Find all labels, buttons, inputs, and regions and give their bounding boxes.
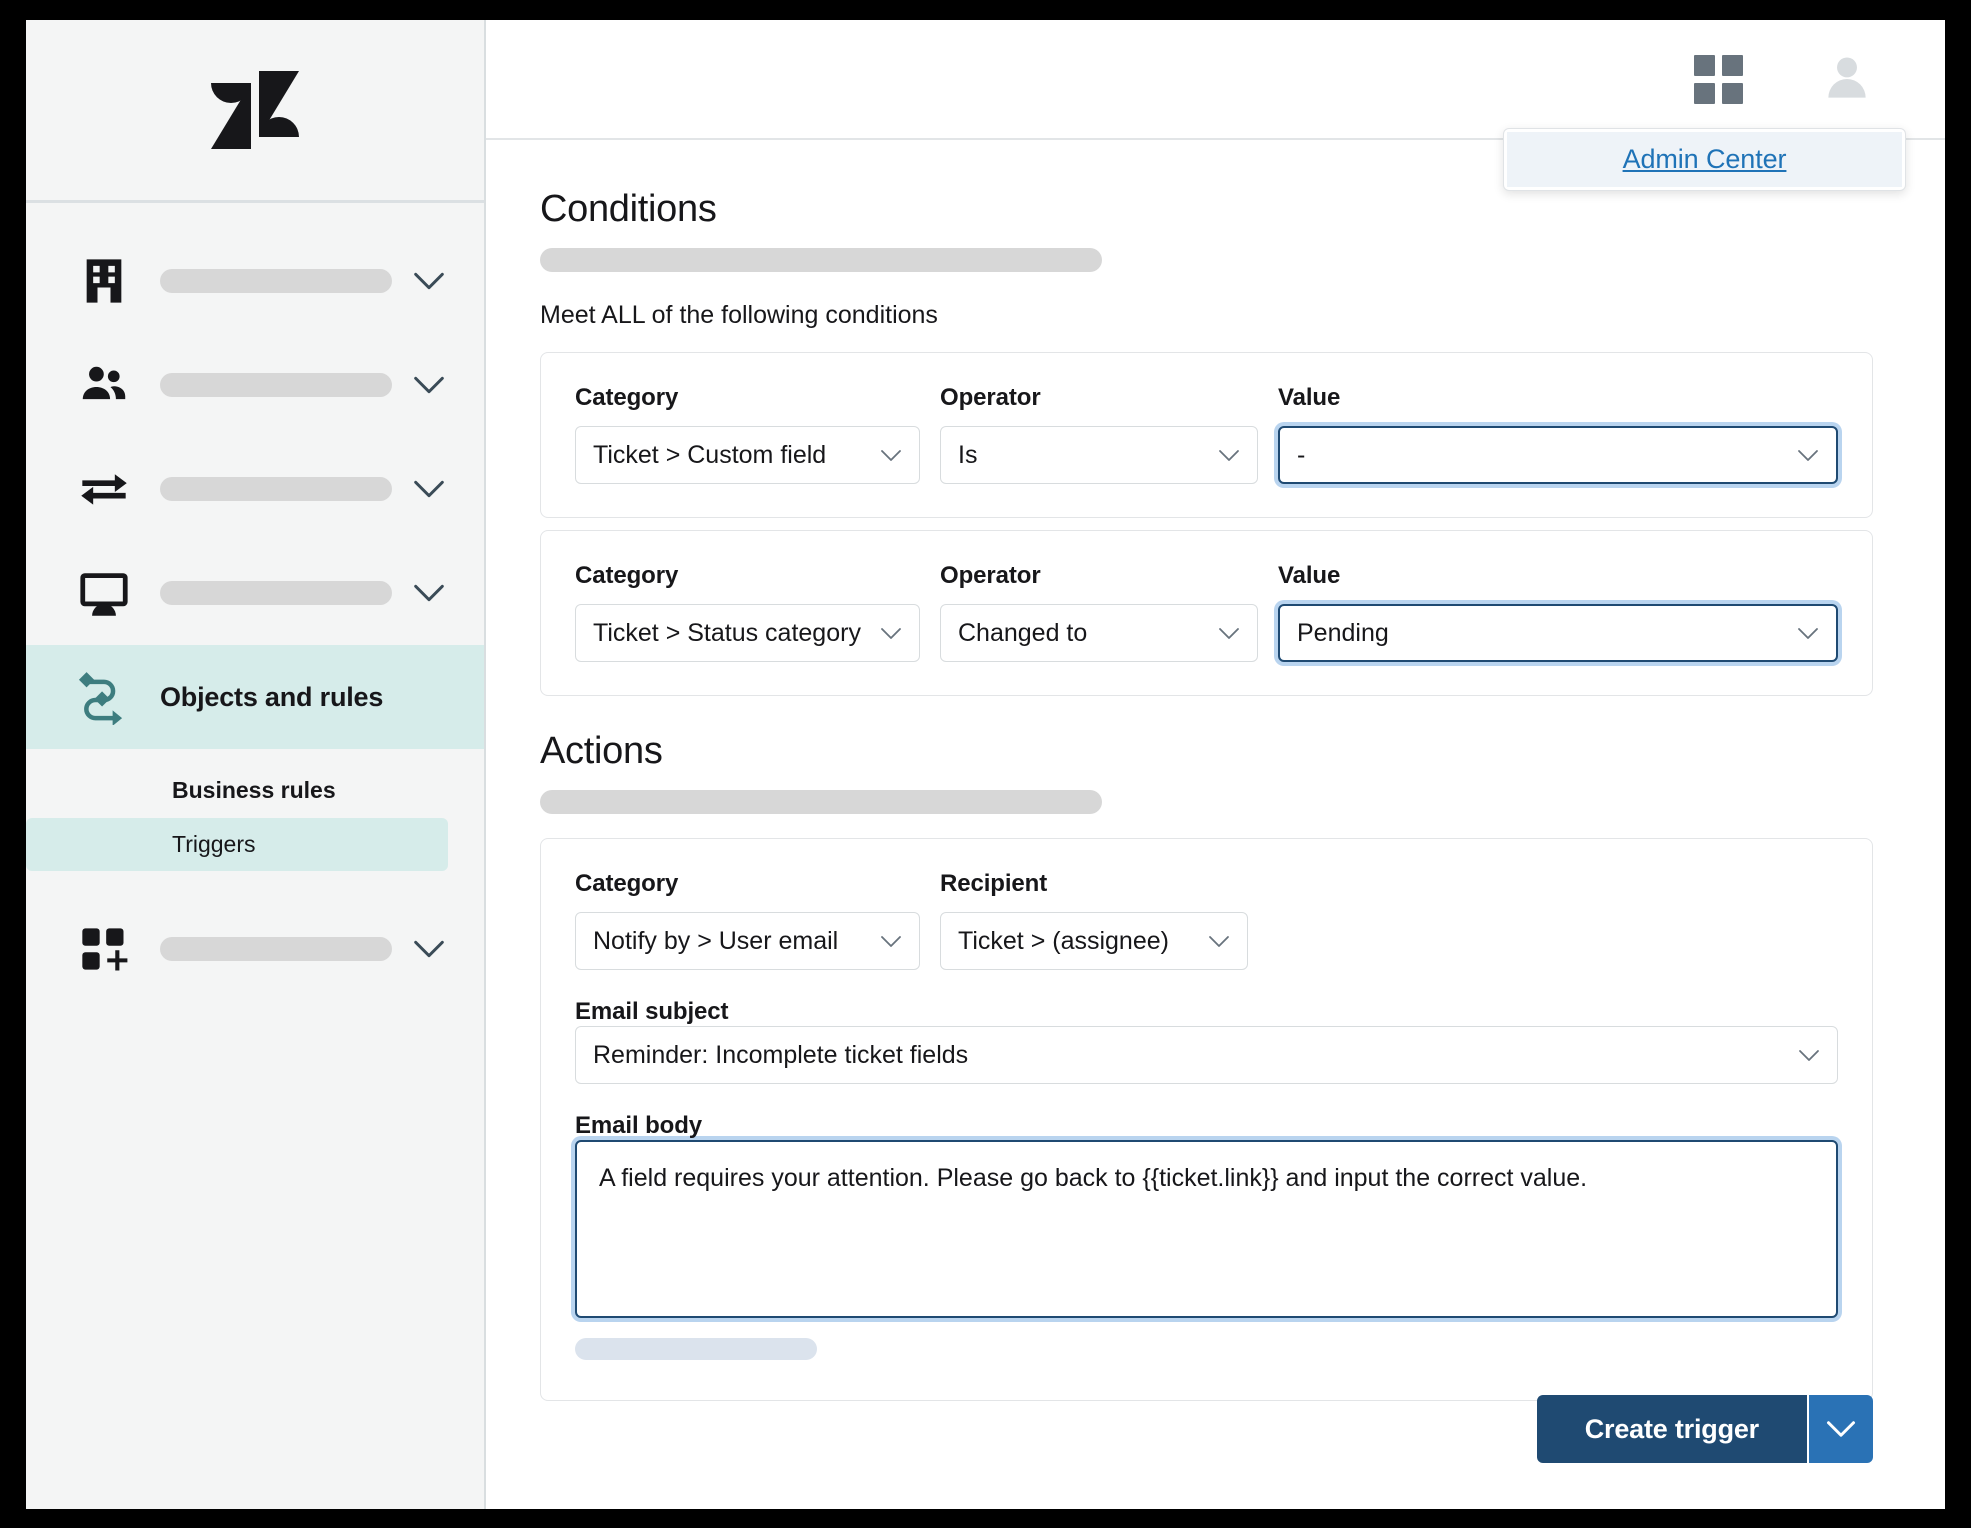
- footer-actions: Create trigger: [1536, 1395, 1873, 1463]
- chevron-down-icon: [879, 627, 903, 640]
- sidebar-sub-section: Business rules Triggers: [26, 749, 484, 871]
- field-label-recipient: Recipient: [940, 870, 1048, 897]
- field-label-email-subject: Email subject: [575, 998, 729, 1025]
- top-bar: [486, 20, 1945, 140]
- action-category-select[interactable]: Notify by > User email: [575, 912, 920, 970]
- condition-operator-value: Changed to: [958, 618, 1088, 647]
- sidebar-item-label-skeleton: [160, 477, 392, 501]
- condition-operator-value: Is: [958, 440, 978, 469]
- conditions-subtitle: Meet ALL of the following conditions: [540, 301, 938, 329]
- admin-center-dropdown-inner: Admin Center: [1507, 132, 1902, 187]
- email-subject-value: Reminder: Incomplete ticket fields: [593, 1040, 969, 1069]
- sidebar-item-label-skeleton: [160, 269, 392, 293]
- condition-row: Category Ticket > Custom field Operator …: [540, 352, 1873, 518]
- condition-value-select[interactable]: -: [1278, 426, 1838, 484]
- create-trigger-dropdown-button[interactable]: [1807, 1395, 1873, 1463]
- transfer-arrows-icon: [76, 461, 132, 517]
- grid-apps-icon[interactable]: [1694, 54, 1743, 104]
- zendesk-logo: [211, 71, 299, 149]
- chevron-down-icon: [879, 935, 903, 948]
- field-label-operator: Operator: [940, 384, 1041, 411]
- condition-value-select[interactable]: Pending: [1278, 604, 1838, 662]
- condition-category-value: Ticket > Status category: [593, 618, 861, 647]
- action-card: Category Notify by > User email Recipien…: [540, 838, 1873, 1401]
- building-icon: [76, 253, 132, 309]
- field-label-value: Value: [1278, 562, 1341, 589]
- sidebar-item-label: Objects and rules: [160, 681, 384, 712]
- sidebar-item-label-skeleton: [160, 581, 392, 605]
- chevron-down-icon[interactable]: [412, 375, 446, 395]
- action-recipient-select[interactable]: Ticket > (assignee): [940, 912, 1248, 970]
- email-subject-field: Email subject Reminder: Incomplete ticke…: [575, 998, 1838, 1084]
- chevron-down-icon[interactable]: [412, 479, 446, 499]
- objects-rules-icon: [76, 669, 132, 725]
- display-monitor-icon: [76, 565, 132, 621]
- actions-description-skeleton: [540, 790, 1102, 814]
- email-subject-input[interactable]: Reminder: Incomplete ticket fields: [575, 1026, 1838, 1084]
- email-body-field: Email body A field requires your attenti…: [575, 1112, 1838, 1360]
- field-label-value: Value: [1278, 384, 1341, 411]
- chevron-down-icon[interactable]: [412, 939, 446, 959]
- sidebar: Objects and rules Business rules Trigger…: [26, 20, 486, 1509]
- brand-area: [26, 20, 484, 203]
- action-recipient-value: Ticket > (assignee): [958, 926, 1169, 955]
- sidebar-item-account[interactable]: [26, 229, 484, 333]
- chevron-down-icon: [879, 449, 903, 462]
- app-window: Objects and rules Business rules Trigger…: [26, 20, 1945, 1509]
- chevron-down-icon: [1207, 935, 1231, 948]
- chevron-down-icon: [1217, 627, 1241, 640]
- actions-title: Actions: [540, 730, 663, 772]
- sidebar-nav-bottom: [26, 897, 484, 1001]
- sidebar-item-apps-integrations[interactable]: [26, 897, 484, 1001]
- action-category-value: Notify by > User email: [593, 926, 839, 955]
- content-area: Conditions Meet ALL of the following con…: [486, 140, 1945, 1509]
- sidebar-item-people[interactable]: [26, 333, 484, 437]
- field-label-category: Category: [575, 562, 679, 589]
- create-trigger-button[interactable]: Create trigger: [1536, 1395, 1807, 1463]
- condition-category-value: Ticket > Custom field: [593, 440, 827, 469]
- sidebar-item-channels[interactable]: [26, 437, 484, 541]
- sidebar-item-label-skeleton: [160, 937, 392, 961]
- field-label-email-body: Email body: [575, 1112, 703, 1139]
- admin-center-link[interactable]: Admin Center: [1623, 144, 1787, 175]
- sidebar-item-triggers[interactable]: Triggers: [26, 818, 448, 871]
- condition-value-value: -: [1297, 440, 1306, 469]
- condition-value-value: Pending: [1297, 618, 1389, 647]
- chevron-down-icon: [1796, 627, 1820, 640]
- chevron-down-icon: [1217, 449, 1241, 462]
- sidebar-subsection-heading: Business rules: [172, 777, 336, 803]
- condition-category-select[interactable]: Ticket > Custom field: [575, 426, 920, 484]
- conditions-title: Conditions: [540, 188, 717, 230]
- chevron-down-icon: [1827, 1421, 1855, 1437]
- field-label-action-category: Category: [575, 870, 679, 897]
- sidebar-item-label-skeleton: [160, 373, 392, 397]
- chevron-down-icon[interactable]: [412, 583, 446, 603]
- admin-center-dropdown: Admin Center: [1503, 128, 1906, 191]
- condition-operator-select[interactable]: Is: [940, 426, 1258, 484]
- sidebar-item-objects-and-rules[interactable]: Objects and rules: [26, 645, 484, 749]
- chevron-down-icon: [1797, 1049, 1821, 1062]
- main-panel: Admin Center Conditions Meet ALL of the …: [486, 20, 1945, 1509]
- people-icon: [76, 357, 132, 413]
- field-label-category: Category: [575, 384, 679, 411]
- email-body-helper-skeleton: [575, 1338, 817, 1360]
- condition-operator-select[interactable]: Changed to: [940, 604, 1258, 662]
- apps-add-icon: [76, 921, 132, 977]
- field-label-operator: Operator: [940, 562, 1041, 589]
- sidebar-nav-list: Objects and rules Business rules Trigger…: [26, 203, 484, 1001]
- chevron-down-icon[interactable]: [412, 271, 446, 291]
- chevron-down-icon: [1796, 449, 1820, 462]
- email-body-textarea[interactable]: A field requires your attention. Please …: [575, 1140, 1838, 1318]
- sidebar-item-workspaces[interactable]: [26, 541, 484, 645]
- user-avatar-icon[interactable]: [1821, 51, 1873, 108]
- condition-category-select[interactable]: Ticket > Status category: [575, 604, 920, 662]
- conditions-description-skeleton: [540, 248, 1102, 272]
- condition-row: Category Ticket > Status category Operat…: [540, 530, 1873, 696]
